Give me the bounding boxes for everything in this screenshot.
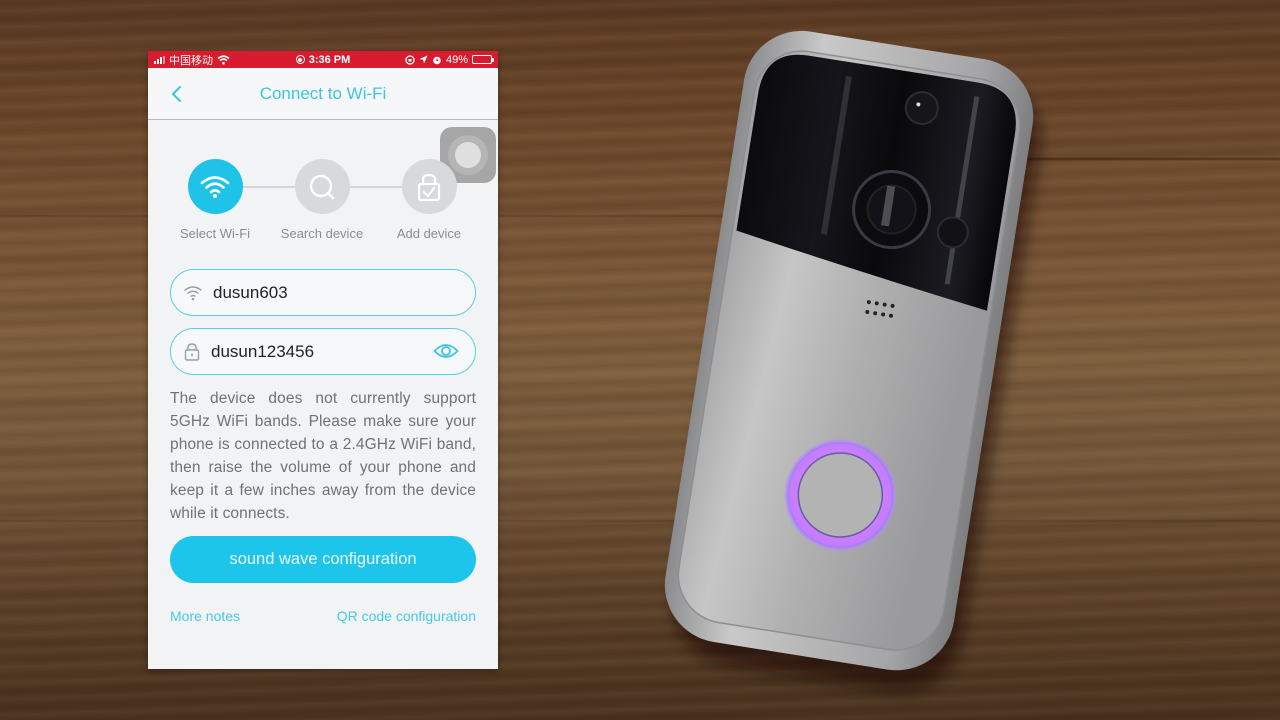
eye-icon[interactable] (433, 342, 459, 360)
more-notes-link[interactable]: More notes (170, 608, 240, 624)
screen-record-icon (295, 55, 305, 64)
glass-reflection (820, 75, 852, 235)
wood-grain-line (1020, 158, 1280, 160)
pir-sensor (904, 91, 939, 126)
qr-code-config-link[interactable]: QR code configuration (337, 608, 476, 624)
speaker-grille (865, 300, 895, 318)
step-add-device: Add device (384, 159, 474, 241)
phone-screen: 中国移动 3:36 PM 49% Connect to Wi-Fi Select… (148, 51, 498, 669)
wifi-status-icon (217, 54, 230, 64)
step-label: Select Wi-Fi (179, 226, 251, 241)
step-select-wifi: Select Wi-Fi (170, 159, 260, 241)
chevron-left-icon[interactable] (168, 84, 188, 104)
device-faceplate (677, 50, 1021, 651)
navigation-bar: Connect to Wi-Fi (148, 68, 498, 120)
device-body (664, 30, 1034, 671)
alarm-icon (433, 56, 441, 64)
location-icon (419, 55, 428, 64)
wifi-icon (200, 175, 230, 198)
wifi-icon (184, 285, 202, 300)
sound-wave-config-button[interactable]: sound wave configuration (170, 536, 476, 583)
glass-reflection (944, 96, 980, 285)
ring-light-band (788, 443, 892, 547)
rotation-lock-icon (405, 54, 415, 65)
camera-glass-panel (736, 54, 1016, 311)
wifi-password-input[interactable] (211, 341, 411, 362)
ir-sensor (936, 216, 969, 249)
status-time: 3:36 PM (308, 53, 351, 66)
wifi-band-notice: The device does not currently support 5G… (170, 390, 476, 522)
setup-steps: Select Wi-Fi Search device Add device (148, 159, 498, 249)
carrier-name: 中国移动 (169, 54, 213, 67)
camera-lens (852, 170, 932, 250)
step-label: Add device (396, 226, 462, 241)
cellular-signal-icon (154, 55, 165, 64)
search-icon (309, 174, 335, 199)
lock-check-icon (417, 173, 441, 201)
battery-percent: 49% (445, 53, 468, 66)
pir-sensor-glint (916, 102, 921, 107)
wifi-password-field[interactable] (170, 328, 476, 375)
step-label: Search device (280, 226, 364, 241)
page-title: Connect to Wi-Fi (259, 83, 387, 103)
lock-icon (184, 342, 200, 361)
battery-icon (472, 55, 494, 64)
ring-light (784, 439, 897, 552)
device-shadow (673, 50, 1040, 692)
status-bar: 中国移动 3:36 PM 49% (148, 51, 498, 68)
wifi-ssid-input[interactable] (213, 282, 413, 303)
camera-lens-inner (866, 184, 917, 235)
step-search-device: Search device (277, 159, 367, 241)
call-button (797, 452, 884, 538)
lens-reflection (881, 185, 896, 227)
wifi-name-field[interactable] (170, 269, 476, 316)
